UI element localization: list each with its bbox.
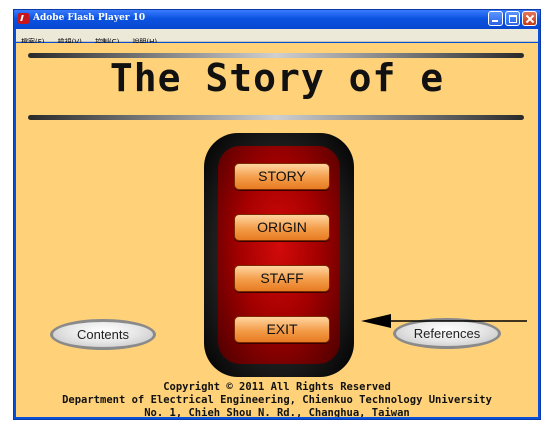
copyright-footer: Copyright © 2011 All Rights Reserved Dep…	[16, 381, 538, 417]
origin-button[interactable]: ORIGIN	[234, 214, 330, 241]
window-title: Adobe Flash Player 10	[33, 13, 146, 23]
minimize-button[interactable]	[488, 11, 503, 26]
footer-line-address: No. 1, Chieh Shou N. Rd., Changhua, Taiw…	[144, 407, 410, 417]
menu-bar: 檔案(F) 檢視(V) 控制(C) 說明(H)	[16, 29, 538, 46]
exit-button[interactable]: EXIT	[234, 316, 330, 343]
contents-button[interactable]: Contents	[50, 319, 156, 350]
title-bar[interactable]: Adobe Flash Player 10	[14, 10, 540, 29]
story-button[interactable]: STORY	[234, 163, 330, 190]
page-title: The Story of e	[109, 56, 445, 100]
menu-panel-inner: STORY ORIGIN STAFF EXIT	[218, 146, 340, 364]
footer-line-department: Department of Electrical Engineering, Ch…	[62, 394, 492, 406]
title-rule-bottom	[28, 115, 524, 120]
footer-line-copyright: Copyright © 2011 All Rights Reserved	[163, 381, 391, 393]
flash-app-icon	[18, 13, 29, 24]
flash-stage: The Story of e STORY ORIGIN STAFF EXIT C…	[16, 43, 538, 417]
close-button[interactable]	[522, 11, 537, 26]
maximize-button[interactable]	[505, 11, 520, 26]
pointer-arrow-icon	[361, 314, 527, 328]
staff-button[interactable]: STAFF	[234, 265, 330, 292]
flash-player-window: Adobe Flash Player 10 檔案(F) 檢視(V) 控制(C) …	[13, 9, 541, 420]
menu-panel: STORY ORIGIN STAFF EXIT	[204, 133, 354, 377]
